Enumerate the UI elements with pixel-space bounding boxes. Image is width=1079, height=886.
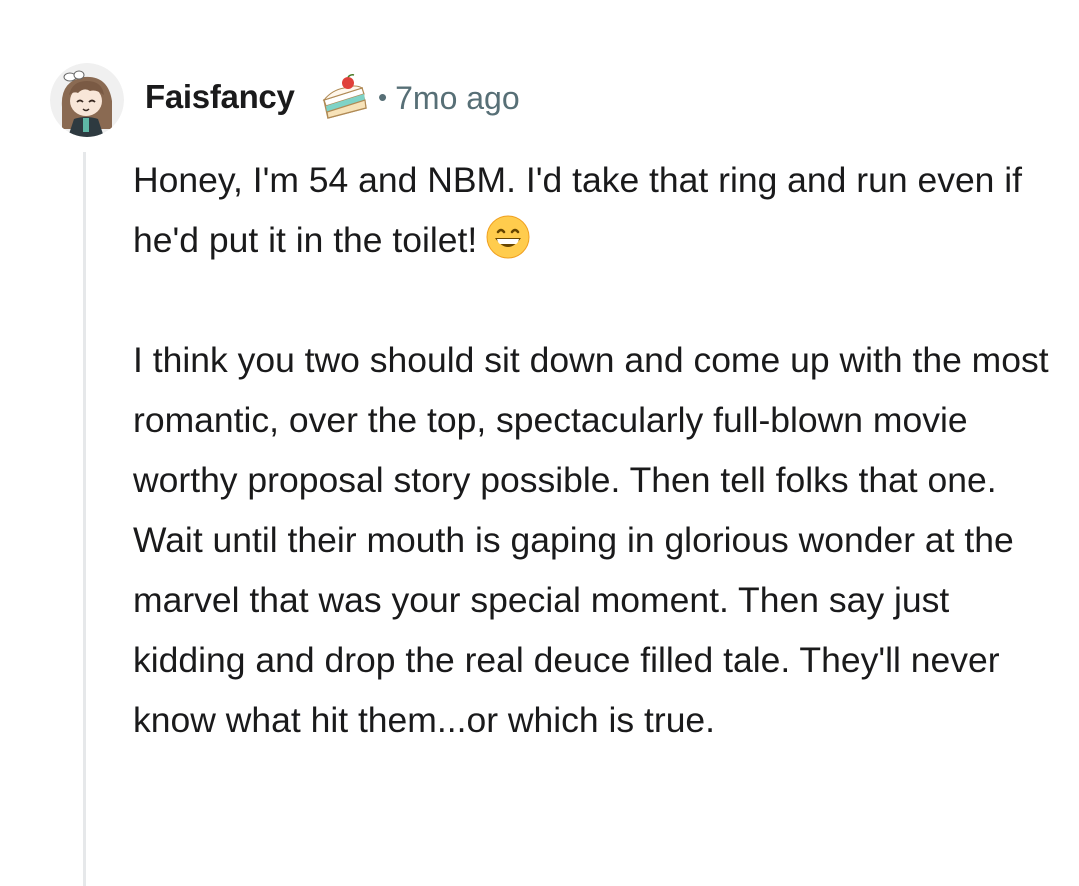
comment-paragraph: I think you two should sit down and come… — [133, 340, 1049, 740]
meta-separator: • — [378, 82, 388, 112]
comment-paragraph-text: Honey, I'm 54 and NBM. I'd take that rin… — [133, 160, 1023, 260]
comment-body: Honey, I'm 54 and NBM. I'd take that rin… — [133, 150, 1068, 750]
comment-meta: • 7mo ago — [378, 80, 520, 117]
author-name[interactable]: Faisfancy — [145, 78, 295, 116]
avatar-illustration — [50, 63, 124, 137]
thread-collapse-line[interactable] — [83, 152, 86, 886]
grinning-face-emoji-icon — [485, 214, 531, 260]
avatar-icon[interactable] — [50, 63, 124, 137]
comment-paragraph: Honey, I'm 54 and NBM. I'd take that rin… — [133, 150, 1068, 270]
timestamp[interactable]: 7mo ago — [395, 80, 520, 116]
cake-slice-icon — [318, 74, 370, 122]
comment: Faisfancy • 7mo ago Honey, I'm 54 and NBM… — [0, 0, 1079, 886]
